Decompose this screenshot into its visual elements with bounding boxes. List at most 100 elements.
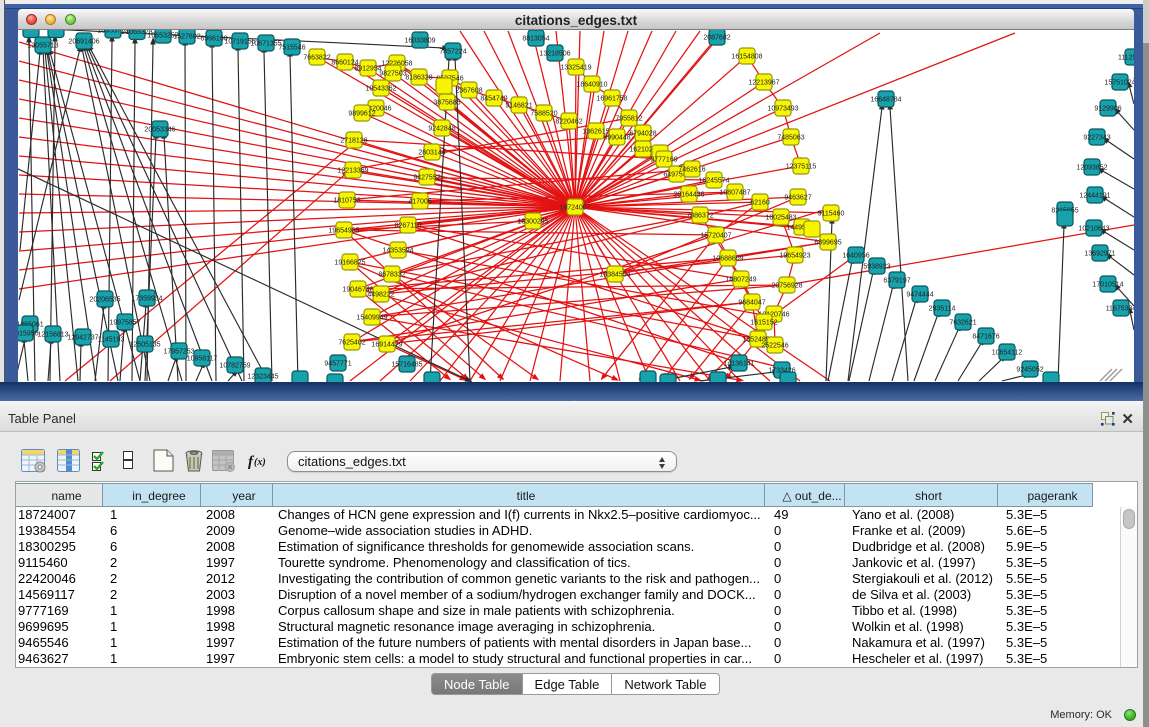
- svg-text:8454749: 8454749: [480, 95, 507, 102]
- svg-text:12213369: 12213369: [337, 167, 368, 174]
- svg-text:20053346: 20053346: [144, 126, 175, 133]
- svg-text:12323445: 12323445: [247, 373, 278, 380]
- svg-text:2803144: 2803144: [418, 149, 445, 156]
- svg-text:16914479: 16914479: [371, 341, 402, 348]
- svg-text:1810753: 1810753: [333, 197, 360, 204]
- svg-text:2522546: 2522546: [761, 342, 788, 349]
- svg-text:2935114: 2935114: [929, 305, 956, 312]
- svg-text:16154808: 16154808: [731, 53, 762, 60]
- svg-text:11675334: 11675334: [1106, 305, 1134, 312]
- svg-text:9129906: 9129906: [1094, 105, 1121, 112]
- svg-text:20756928: 20756928: [771, 282, 802, 289]
- svg-text:1527602: 1527602: [173, 33, 200, 40]
- svg-text:12093852: 12093852: [1076, 164, 1107, 171]
- svg-text:9684047: 9684047: [738, 299, 765, 306]
- svg-text:12444191: 12444191: [1079, 192, 1110, 199]
- svg-text:9474444: 9474444: [906, 291, 933, 298]
- svg-text:6899695: 6899695: [814, 239, 841, 246]
- svg-text:19975857: 19975857: [109, 319, 140, 326]
- svg-text:16648784: 16648784: [870, 96, 901, 103]
- svg-text:10807487: 10807487: [719, 189, 750, 196]
- svg-text:10671355: 10671355: [250, 40, 281, 47]
- svg-text:18300295: 18300295: [517, 218, 548, 225]
- svg-text:20691406: 20691406: [68, 38, 99, 45]
- svg-text:19384554: 19384554: [599, 271, 630, 278]
- svg-text:8186328: 8186328: [405, 74, 432, 81]
- svg-text:7632621: 7632621: [949, 319, 976, 326]
- svg-text:10973493: 10973493: [767, 105, 798, 112]
- svg-text:14353594: 14353594: [382, 247, 413, 254]
- svg-text:17957253: 17957253: [163, 348, 194, 355]
- svg-text:20206535: 20206535: [89, 296, 120, 303]
- svg-text:2087682: 2087682: [703, 34, 730, 41]
- svg-text:2367608: 2367608: [455, 87, 482, 94]
- svg-text:7588520: 7588520: [530, 110, 557, 117]
- svg-text:19654985: 19654985: [328, 227, 359, 234]
- svg-text:18724007: 18724007: [559, 204, 590, 211]
- svg-text:7886372: 7886372: [686, 212, 713, 219]
- svg-text:12375115: 12375115: [786, 163, 817, 170]
- svg-text:6794028: 6794028: [629, 130, 656, 137]
- svg-text:13692971: 13692971: [1084, 250, 1115, 257]
- svg-text:9915956: 9915956: [18, 330, 39, 337]
- svg-text:7663822: 7663822: [303, 54, 330, 61]
- svg-text:19654923: 19654923: [779, 252, 810, 259]
- svg-text:9115460: 9115460: [818, 210, 845, 217]
- svg-text:18807249: 18807249: [725, 276, 756, 283]
- svg-text:8267110: 8267110: [395, 222, 422, 229]
- svg-text:8990448: 8990448: [603, 134, 630, 141]
- svg-text:18640910: 18640910: [576, 81, 607, 88]
- svg-text:14136141: 14136141: [723, 360, 754, 367]
- svg-text:9427552: 9427552: [413, 174, 440, 181]
- svg-text:(x): (x): [254, 457, 266, 468]
- svg-text:7462616: 7462616: [678, 166, 705, 173]
- svg-text:10958117: 10958117: [187, 355, 218, 362]
- svg-text:20164436: 20164436: [673, 191, 704, 198]
- svg-text:7625402: 7625402: [338, 339, 365, 346]
- svg-text:13218506: 13218506: [539, 50, 570, 57]
- svg-text:19166825: 19166825: [334, 259, 365, 266]
- svg-text:7485063: 7485063: [777, 134, 804, 141]
- svg-text:16245574: 16245574: [698, 177, 729, 184]
- svg-text:9227343: 9227343: [1083, 134, 1110, 141]
- svg-text:13055713: 13055713: [27, 42, 58, 49]
- svg-text:10025483: 10025483: [765, 214, 796, 221]
- svg-text:11129531: 11129531: [1118, 54, 1134, 61]
- svg-text:8912954: 8912954: [354, 65, 381, 72]
- svg-text:15720407: 15720407: [700, 232, 731, 239]
- svg-text:9463627: 9463627: [784, 194, 811, 201]
- svg-text:12505135: 12505135: [129, 341, 160, 348]
- svg-text:8813054: 8813054: [522, 35, 549, 42]
- svg-text:1615152: 1615152: [750, 319, 777, 326]
- svg-text:10210643: 10210643: [1078, 225, 1109, 232]
- svg-text:16961758: 16961758: [596, 95, 627, 102]
- svg-text:10688609: 10688609: [712, 255, 743, 262]
- svg-text:9457771: 9457771: [324, 360, 351, 367]
- svg-text:9777169: 9777169: [650, 156, 677, 163]
- svg-text:15716485: 15716485: [391, 361, 422, 368]
- svg-text:12156813: 12156813: [37, 331, 68, 338]
- svg-text:15409949: 15409949: [356, 314, 387, 321]
- svg-text:10782759: 10782759: [219, 362, 250, 369]
- svg-text:1145193: 1145193: [98, 336, 125, 343]
- svg-text:7955812: 7955812: [615, 115, 642, 122]
- svg-text:1640956: 1640956: [842, 252, 869, 259]
- svg-text:9827503: 9827503: [379, 70, 406, 77]
- svg-text:2718126: 2718126: [340, 137, 367, 144]
- svg-text:10543362: 10543362: [365, 85, 396, 92]
- svg-text:8678332: 8678332: [378, 271, 405, 278]
- svg-text:3875685: 3875685: [433, 99, 460, 106]
- svg-text:8471676: 8471676: [972, 333, 999, 340]
- svg-text:15751024: 15751024: [1104, 79, 1134, 86]
- svg-text:17359934: 17359934: [131, 295, 162, 302]
- svg-text:9242848: 9242848: [428, 125, 455, 132]
- svg-text:417006: 417006: [408, 198, 431, 205]
- svg-text:5938923: 5938923: [863, 263, 890, 270]
- svg-text:9146821: 9146821: [505, 102, 532, 109]
- svg-text:17010514: 17010514: [1092, 281, 1123, 288]
- svg-text:9899612: 9899612: [348, 110, 375, 117]
- svg-text:8220462: 8220462: [555, 118, 582, 125]
- svg-text:13325419: 13325419: [560, 64, 591, 71]
- svg-text:4498222: 4498222: [367, 291, 394, 298]
- svg-text:9245052: 9245052: [1016, 366, 1043, 373]
